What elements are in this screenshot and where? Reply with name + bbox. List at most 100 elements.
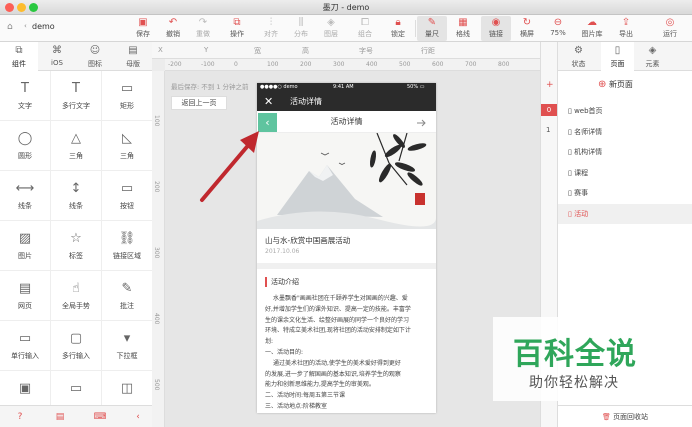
run-button[interactable]: ◎ 运行 (655, 16, 685, 41)
horizontal-ruler: -200 -100 0 100 200 300 400 500 600 700 800 (165, 59, 540, 71)
home-icon[interactable]: ⌂ (7, 22, 13, 32)
tab-icons[interactable]: ☺ 图标 (76, 42, 114, 71)
operation-button[interactable]: ⧉ 操作 (222, 16, 252, 41)
page-item[interactable]: ▯ 名师详情 (558, 122, 692, 142)
lock-button[interactable]: 🔒︎ 锁定 (383, 16, 413, 41)
page-item-label: 机构详情 (574, 148, 603, 156)
component-item[interactable]: ↕ 线条 (51, 171, 102, 221)
link-button[interactable]: ◉ 链接 (481, 16, 511, 41)
component-icon: ▤ (18, 281, 32, 296)
component-item[interactable]: T 文字 (0, 71, 51, 121)
collapse-icon[interactable]: ‹ (130, 409, 146, 425)
component-item[interactable]: ▭ 单行输入 (0, 321, 51, 371)
layer-item[interactable]: 1 (546, 126, 550, 134)
left-footer: ? ▤ ⌨ ‹ (0, 405, 152, 427)
ruler-tick-label: -100 (201, 61, 215, 68)
grid-icon: ▦ (458, 17, 468, 28)
distribute-icon: ⫼ (298, 17, 304, 28)
component-item[interactable]: ▢ 多行输入 (51, 321, 102, 371)
export-button[interactable]: ⇪ 导出 (611, 16, 641, 41)
component-item[interactable]: ☆ 标签 (51, 221, 102, 271)
undo-button[interactable]: ↶ 撤销 (158, 16, 188, 41)
y-field-label[interactable]: Y (204, 46, 208, 54)
new-page-button[interactable]: ⊕ 新页面 (598, 79, 633, 90)
component-item[interactable]: T 多行文字 (51, 71, 102, 121)
tab-masters[interactable]: ▤ 母版 (114, 42, 152, 71)
landscape-button[interactable]: ↻ 横屏 (512, 16, 542, 41)
component-item[interactable]: ▭ 按钮 (102, 171, 153, 221)
component-label: 矩形 (120, 102, 134, 110)
page-item[interactable]: ▯ 机构详情 (558, 142, 692, 162)
group-button[interactable]: ⧠ 组合 (350, 16, 380, 41)
tab-components[interactable]: ⧉ 组件 (0, 42, 38, 71)
align-button[interactable]: ⫶ 对齐 (256, 16, 286, 41)
tab-state[interactable]: ⚙ 状态 (562, 42, 595, 71)
tab-ios[interactable]: ⌘ iOS (38, 42, 76, 71)
status-time: 9:41 AM (333, 84, 354, 90)
close-window-icon[interactable] (5, 3, 14, 12)
back-icon[interactable]: ‹ (24, 22, 27, 30)
close-icon[interactable]: ✕ (264, 92, 273, 111)
tab-pages[interactable]: ▯ 页面 (601, 42, 634, 71)
page-item[interactable]: ▯ 课程 (558, 163, 692, 183)
distribute-button[interactable]: ⫼ 分布 (286, 16, 316, 41)
component-item[interactable]: ⟷ 线条 (0, 171, 51, 221)
component-item[interactable]: ✎ 批注 (102, 271, 153, 321)
component-icon: ▾ (123, 331, 131, 346)
component-item[interactable]: ◺ 三角 (102, 121, 153, 171)
page-item[interactable]: ▯ 赛事 (558, 183, 692, 203)
window-title: 墨刀 - demo (322, 3, 370, 12)
add-layer-button[interactable]: + (546, 80, 554, 90)
description-line: 二、活动时间:每周五第三节课 (265, 392, 346, 400)
ruler-icon: ✎ (427, 17, 437, 28)
description-line: 生的课余文化生活、绘整好画展的同学一个良好的学习 (265, 316, 410, 324)
zoom-window-icon[interactable] (29, 3, 38, 12)
doc-icon[interactable]: ▤ (52, 409, 68, 425)
page-recycle-bin-button[interactable]: 🗑︎ 页面回收站 (558, 405, 692, 427)
component-item[interactable]: ☝ 全局手势 (51, 271, 102, 321)
tab-elements[interactable]: ◈ 元素 (636, 42, 669, 71)
component-label: 单行输入 (11, 352, 39, 360)
height-field-label[interactable]: 高 (302, 46, 309, 56)
component-icon: ▭ (120, 181, 134, 196)
page-item[interactable]: ▯ 活动 (558, 203, 692, 224)
help-icon[interactable]: ? (12, 409, 28, 425)
zoom-button[interactable]: ⊖ 75% (543, 16, 573, 41)
keyboard-icon[interactable]: ⌨ (92, 409, 108, 425)
component-icon: ▭ (69, 381, 83, 396)
event-title: 山与水-欣赏中国画展活动 (265, 236, 351, 245)
phone-artboard[interactable]: ●●●●○ demo 9:41 AM 50% ▭ ✕ 活动详情 活动详情 ‹ 山… (257, 83, 436, 413)
width-field-label[interactable]: 宽 (254, 46, 261, 56)
section-divider (257, 263, 436, 269)
component-item[interactable]: ▾ 下拉框 (102, 321, 153, 371)
component-item[interactable]: ▤ 网页 (0, 271, 51, 321)
property-bar: X Y 宽 高 字号 行距 (152, 42, 540, 59)
font-size-field-label[interactable]: 字号 (359, 46, 373, 56)
layer-button[interactable]: ◈ 图层 (316, 16, 346, 41)
x-field-label[interactable]: X (158, 46, 163, 54)
component-label: 圆形 (18, 152, 32, 160)
component-label: 全局手势 (62, 302, 90, 310)
page-item[interactable]: ▯ web首页 (558, 101, 692, 121)
carrier-signal: ●●●●○ demo (260, 84, 298, 90)
component-item[interactable]: ⛓ 链接区域 (102, 221, 153, 271)
ruler-tick-label: 300 (153, 247, 160, 259)
component-item[interactable]: ▨ 图片 (0, 221, 51, 271)
component-item[interactable]: △ 三角 (51, 121, 102, 171)
image-library-button[interactable]: ☁ 图片库 (577, 16, 607, 41)
component-label: 下拉框 (116, 352, 138, 360)
component-item[interactable]: ▭ 矩形 (102, 71, 153, 121)
redo-button[interactable]: ↷ 重做 (188, 16, 218, 41)
line-spacing-field-label[interactable]: 行距 (421, 46, 435, 56)
grid-button[interactable]: ▦ 格线 (448, 16, 478, 41)
back-page-button[interactable]: 返回上一页 (171, 96, 227, 110)
ruler-button[interactable]: ✎ 量尺 (417, 16, 447, 41)
component-item[interactable]: ◯ 圆形 (0, 121, 51, 171)
minimize-window-icon[interactable] (17, 3, 26, 12)
save-button[interactable]: ▣ 保存 (128, 16, 158, 41)
watermark-subtitle: 助你轻松解决 (529, 375, 619, 391)
page-item-label: 赛事 (574, 189, 589, 197)
share-icon[interactable] (415, 117, 427, 129)
component-icon: ▢ (69, 331, 83, 346)
layer-item[interactable]: 0 (541, 104, 557, 116)
